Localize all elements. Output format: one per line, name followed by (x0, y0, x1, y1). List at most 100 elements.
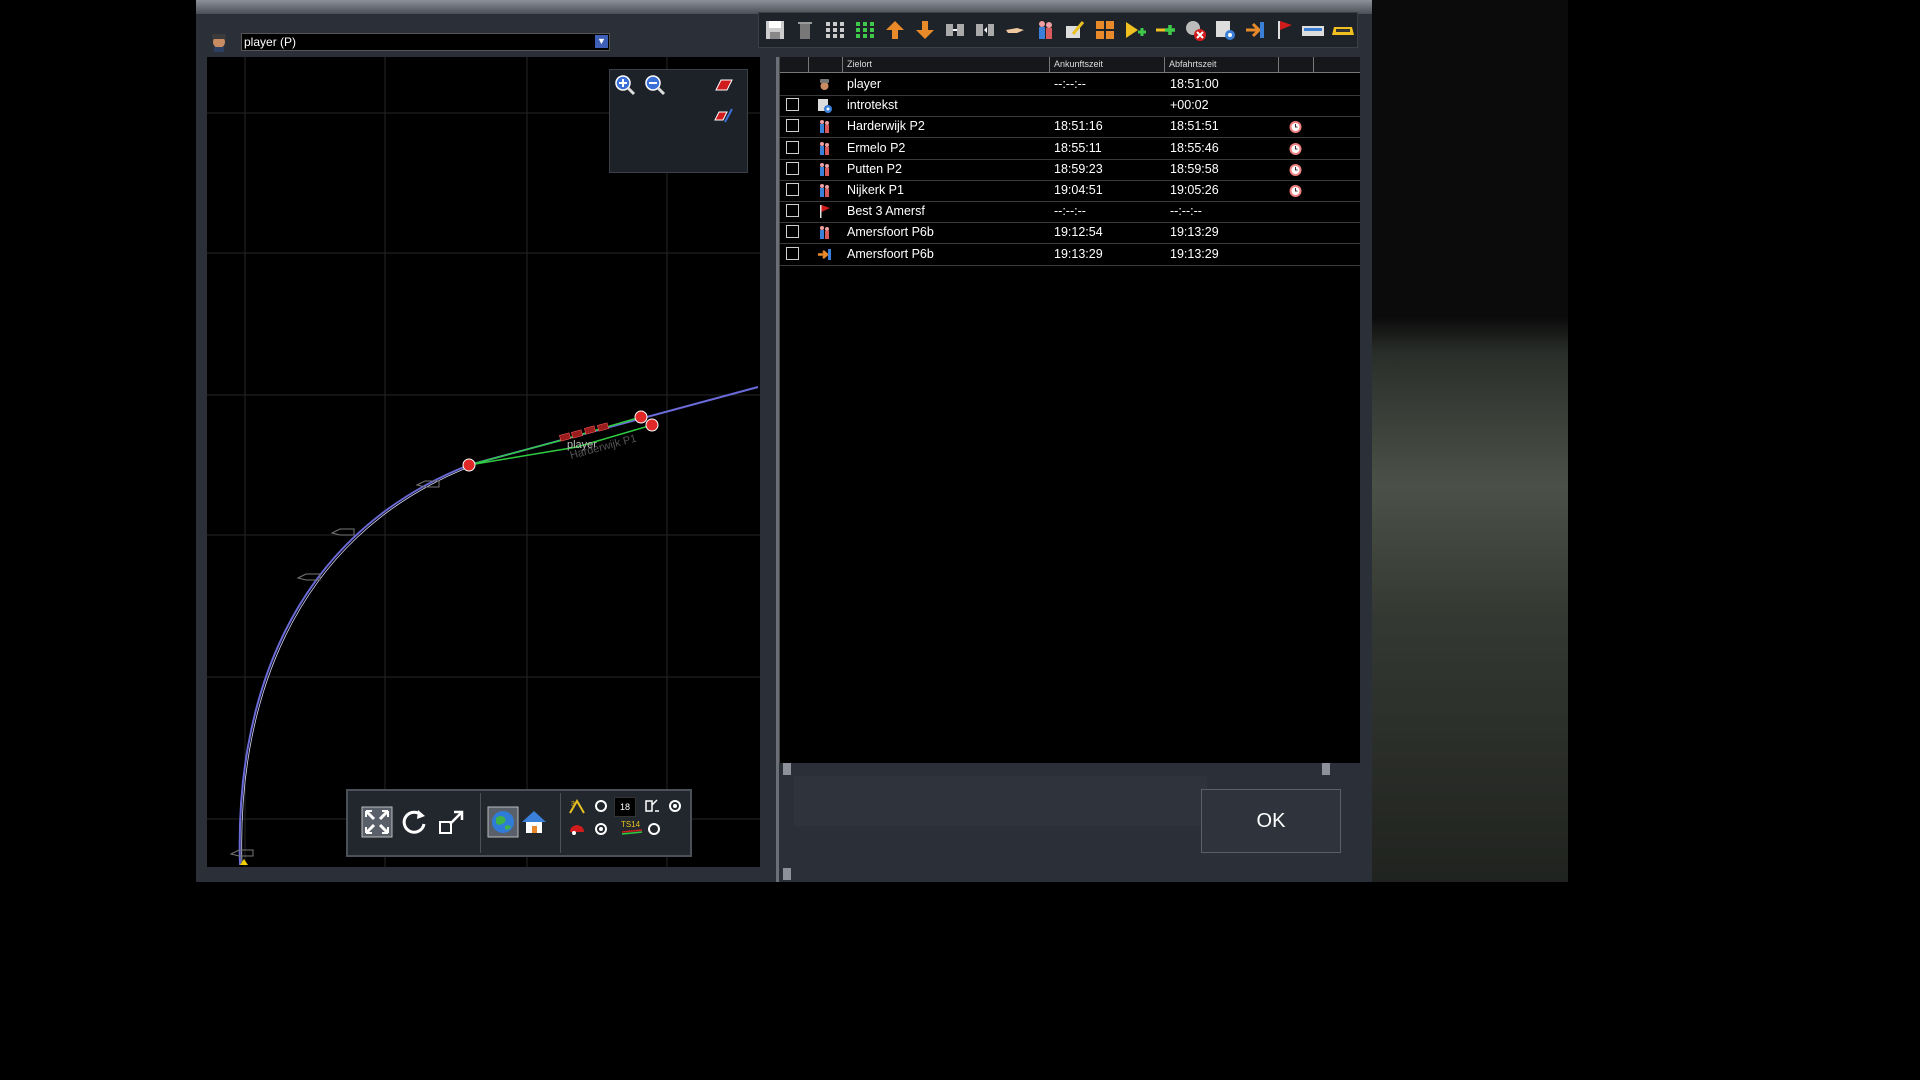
row-checkbox[interactable] (786, 204, 799, 218)
locomotive-icon[interactable] (1331, 18, 1355, 42)
coupling-grid-icon[interactable] (1093, 18, 1117, 42)
row-checkbox[interactable] (786, 119, 799, 133)
station-label: Harderwijk P1 (569, 433, 638, 462)
table-row[interactable]: Amersfoort P6b 19:13:29 19:13:29 (780, 244, 1360, 266)
move-up-icon[interactable] (883, 18, 907, 42)
table-row[interactable]: Putten P2 18:59:23 18:59:58 (780, 159, 1360, 181)
column-departure[interactable]: Abfahrtszeit (1164, 57, 1279, 72)
radio-option-icon[interactable] (592, 797, 610, 815)
driver-icon (212, 34, 226, 52)
row-departure: +00:02 (1170, 98, 1209, 113)
table-row[interactable]: Ermelo P2 18:55:11 18:55:46 (780, 138, 1360, 160)
table-row[interactable]: Harderwijk P2 18:51:16 18:51:51 (780, 116, 1360, 139)
waypoint-marker (645, 418, 659, 432)
row-arrival: 18:59:23 (1054, 161, 1103, 176)
zoom-in-icon[interactable] (614, 74, 636, 96)
home-icon[interactable] (518, 806, 550, 838)
row-departure: 18:55:46 (1170, 140, 1219, 155)
speed-icon[interactable]: 3 (568, 797, 586, 815)
row-arrival: 18:51:16 (1054, 119, 1103, 134)
fit-view-icon[interactable] (361, 806, 393, 838)
passengers-icon (820, 120, 829, 134)
alarm-clock-icon[interactable] (1288, 162, 1303, 177)
settings-icon (818, 99, 832, 114)
eraser-icon[interactable] (712, 74, 734, 96)
column-arrival[interactable]: Ankunftszeit (1049, 57, 1164, 72)
row-checkbox[interactable] (786, 183, 799, 196)
globe-icon[interactable] (487, 806, 519, 838)
row-departure: 18:59:58 (1170, 161, 1219, 176)
row-destination: Harderwijk P2 (847, 119, 925, 134)
add-destination-icon[interactable] (1123, 18, 1147, 42)
waypoint-marker (634, 410, 648, 424)
background-left (0, 0, 196, 882)
signal-icon[interactable] (642, 797, 660, 815)
passengers-icon (820, 184, 829, 197)
decouple-icon[interactable] (973, 18, 997, 42)
exit-arrow-icon (818, 248, 831, 260)
rotate-icon[interactable] (398, 806, 430, 838)
timetable-header: Zielort Ankunftszeit Abfahrtszeit (780, 57, 1360, 73)
row-destination: Ermelo P2 (847, 140, 906, 155)
flag-icon[interactable] (1273, 18, 1297, 42)
remove-stop-icon[interactable] (1183, 18, 1207, 42)
map-canvas[interactable]: player Harderwijk P1 (207, 57, 760, 867)
row-checkbox[interactable] (786, 246, 799, 260)
table-row[interactable]: Best 3 Amersf --:--:-- --:--:-- (780, 201, 1360, 224)
radio-option-icon[interactable] (645, 820, 663, 838)
row-departure: --:--:-- (1170, 204, 1202, 219)
zoom-out-icon[interactable] (644, 74, 666, 96)
save-icon[interactable] (763, 18, 787, 42)
row-checkbox[interactable] (786, 98, 799, 112)
couple-icon[interactable] (943, 18, 967, 42)
table-row[interactable]: Nijkerk P1 19:04:51 19:05:26 (780, 180, 1360, 202)
resize-icon[interactable] (436, 806, 468, 838)
row-arrival: --:--:-- (1054, 204, 1086, 219)
passengers-icon (820, 141, 829, 155)
write-instruction-icon[interactable] (1063, 18, 1087, 42)
timetable-toolbar (758, 12, 1358, 48)
route-map[interactable]: player Harderwijk P1 (207, 57, 760, 867)
alarm-clock-icon[interactable] (1288, 119, 1303, 134)
table-row[interactable]: introtekst +00:02 (780, 95, 1360, 118)
ok-button[interactable]: OK (1201, 789, 1341, 853)
train-list-icon[interactable] (1301, 18, 1325, 42)
grid-green-icon[interactable] (853, 18, 877, 42)
row-departure: 18:51:51 (1170, 119, 1219, 134)
car-icon[interactable] (568, 820, 586, 838)
settings-icon[interactable] (1213, 18, 1237, 42)
alarm-clock-icon[interactable] (1288, 183, 1303, 198)
radio-option-icon[interactable] (666, 797, 684, 815)
row-checkbox[interactable] (786, 161, 799, 175)
flag-icon (820, 205, 830, 219)
column-destination[interactable]: Zielort (842, 57, 1050, 72)
svg-text:3: 3 (571, 801, 575, 808)
edit-eraser-icon[interactable] (712, 104, 734, 126)
move-down-icon[interactable] (913, 18, 937, 42)
alarm-clock-icon[interactable] (1288, 141, 1303, 156)
pointer-hand-icon[interactable] (1003, 18, 1027, 42)
speed-value-field[interactable]: 18 (614, 797, 636, 817)
delete-icon[interactable] (793, 18, 817, 42)
row-checkbox[interactable] (786, 225, 799, 239)
passengers-icon[interactable] (1033, 18, 1057, 42)
table-row[interactable]: player --:--:-- 18:51:00 (780, 74, 1360, 96)
footer-panel (794, 776, 1207, 826)
row-checkbox[interactable] (786, 140, 799, 154)
row-arrival: 18:55:11 (1054, 140, 1102, 155)
add-icon[interactable] (1153, 18, 1177, 42)
ts-label: TS14 (621, 820, 641, 829)
train-select-dropdown[interactable]: player (P) ▼ (241, 33, 610, 51)
ts-logo-icon[interactable]: TS14 (620, 818, 644, 836)
row-arrival: 19:12:54 (1054, 225, 1103, 240)
exit-arrow-icon[interactable] (1243, 18, 1267, 42)
dropdown-arrow-icon[interactable]: ▼ (595, 35, 608, 48)
table-row[interactable]: Amersfoort P6b 19:12:54 19:13:29 (780, 222, 1360, 245)
grid-icon[interactable] (823, 18, 847, 42)
row-arrival: --:--:-- (1054, 77, 1086, 91)
row-destination: Putten P2 (847, 161, 902, 176)
radio-option-icon[interactable] (592, 820, 610, 838)
row-departure: 19:13:29 (1170, 246, 1219, 261)
row-destination: Nijkerk P1 (847, 183, 904, 197)
row-departure: 19:13:29 (1170, 225, 1219, 240)
